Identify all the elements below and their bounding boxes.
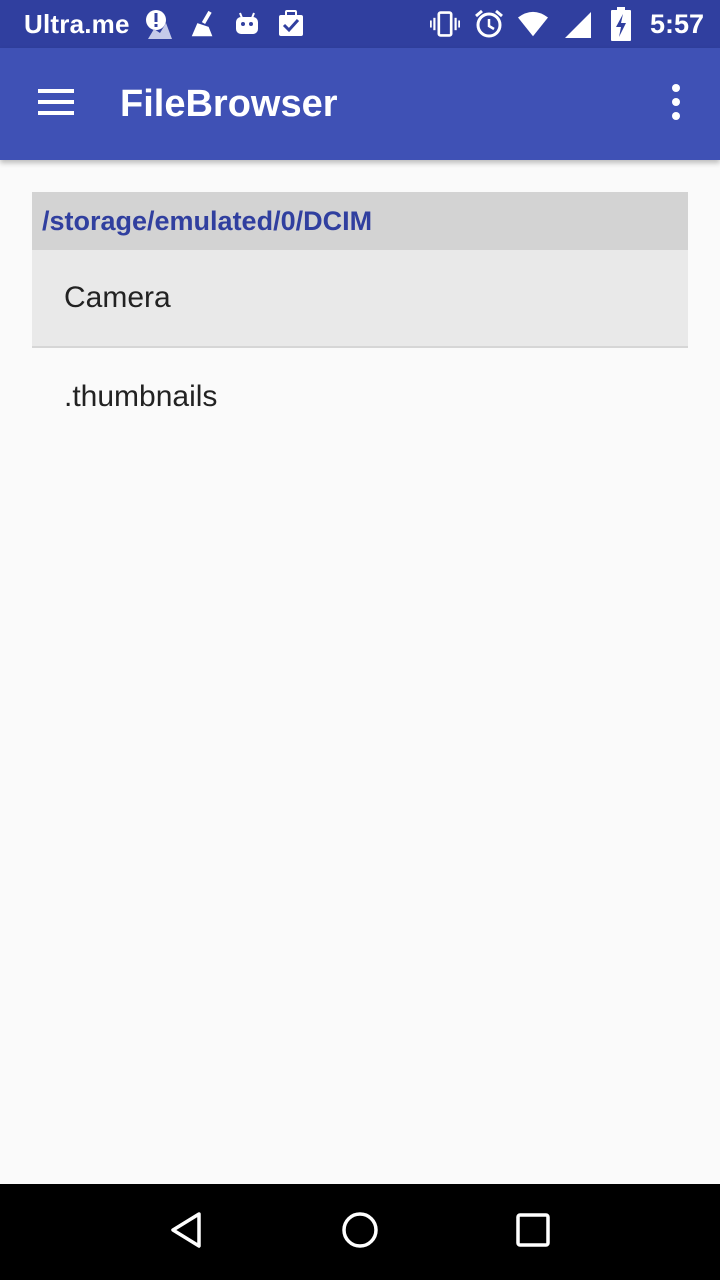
alert-icon: [144, 9, 174, 39]
home-icon: [340, 1210, 380, 1255]
list-item-thumbnails[interactable]: .thumbnails: [32, 348, 688, 446]
alarm-icon: [474, 9, 504, 39]
clipboard-check-icon: [276, 9, 306, 39]
app-title: FileBrowser: [120, 82, 338, 125]
navigation-bar: [0, 1184, 720, 1280]
recents-icon: [515, 1212, 551, 1253]
broom-icon: [188, 9, 218, 39]
hamburger-menu-icon: [36, 87, 76, 122]
back-icon: [167, 1210, 207, 1255]
vibrate-icon: [429, 9, 460, 39]
back-button[interactable]: [139, 1184, 235, 1280]
list-item-camera[interactable]: Camera: [32, 250, 688, 348]
battery-charging-icon: [606, 7, 636, 41]
home-button[interactable]: [312, 1184, 408, 1280]
status-left-group: Ultra.me: [24, 9, 306, 40]
carrier-name: Ultra.me: [24, 8, 130, 39]
menu-button[interactable]: [0, 48, 112, 160]
more-vert-icon: [670, 83, 682, 125]
wifi-icon: [517, 9, 548, 39]
app-bar: FileBrowser: [0, 48, 720, 160]
overflow-menu-button[interactable]: [632, 48, 720, 160]
status-right-group: 5:57: [429, 7, 704, 41]
status-bar: Ultra.me 5:57: [0, 0, 720, 48]
android-icon: [232, 9, 262, 39]
signal-icon: [562, 9, 592, 39]
file-browser-content: /storage/emulated/0/DCIM Camera .thumbna…: [32, 192, 688, 446]
clock: 5:57: [649, 8, 704, 39]
recents-button[interactable]: [485, 1184, 581, 1280]
current-path: /storage/emulated/0/DCIM: [32, 192, 688, 250]
